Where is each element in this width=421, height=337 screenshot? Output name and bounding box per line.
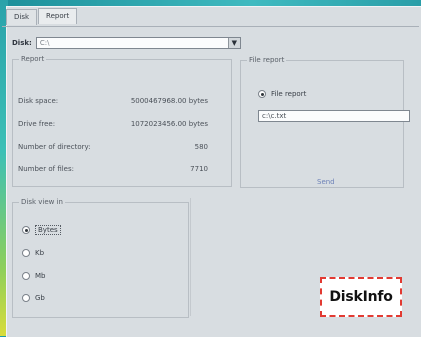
drive-label: Disk: <box>12 39 32 47</box>
report-legend: Report <box>21 55 45 63</box>
radio-mb-indicator[interactable] <box>22 272 30 280</box>
report-row: Number of files: 7710 <box>18 165 208 173</box>
report-row: Number of directory: 580 <box>18 143 208 151</box>
report-row-value: 580 <box>194 143 208 151</box>
radio-kb[interactable]: Kb <box>22 249 44 257</box>
report-row: Disk space: 5000467968.00 bytes <box>18 97 208 105</box>
report-row-value: 7710 <box>190 165 208 173</box>
chevron-down-icon[interactable]: ▼ <box>227 38 240 48</box>
send-button[interactable]: Send <box>317 178 335 186</box>
report-row-label: Disk space: <box>18 97 59 105</box>
file-report-checkbox-label: File report <box>271 90 307 98</box>
radio-gb-label: Gb <box>35 294 45 302</box>
file-report-group: File report <box>240 56 404 188</box>
tab-disk[interactable]: Disk <box>6 9 38 25</box>
report-row-label: Number of files: <box>18 165 74 173</box>
report-row: Drive free: 1072023456.00 bytes <box>18 120 208 128</box>
report-row-value: 5000467968.00 bytes <box>130 97 208 105</box>
file-report-legend: File report <box>249 56 285 64</box>
radio-gb-indicator[interactable] <box>22 294 30 302</box>
radio-bytes[interactable]: Bytes <box>22 225 61 235</box>
radio-mb[interactable]: Mb <box>22 272 45 280</box>
report-row-value: 1072023456.00 bytes <box>130 120 208 128</box>
file-report-checkbox[interactable]: File report <box>258 90 306 98</box>
tab-bar: Disk Report <box>6 8 78 25</box>
radio-bytes-indicator[interactable] <box>22 226 30 234</box>
file-report-check-indicator[interactable] <box>258 90 266 98</box>
report-row-label: Number of directory: <box>18 143 91 151</box>
report-row-label: Drive free: <box>18 120 56 128</box>
tab-divider <box>2 26 419 27</box>
file-report-path-input[interactable]: c:\c.txt <box>258 110 410 122</box>
radio-kb-label: Kb <box>35 249 45 257</box>
drive-select-value: C:\ <box>39 39 50 47</box>
radio-kb-indicator[interactable] <box>22 249 30 257</box>
drive-select[interactable]: C:\ ▼ <box>35 37 241 49</box>
radio-bytes-label: Bytes <box>35 225 61 235</box>
diskinfo-badge: DiskInfo <box>320 277 402 317</box>
drive-row: Disk: C:\ ▼ <box>12 37 241 49</box>
radio-mb-label: Mb <box>35 272 46 280</box>
tab-report[interactable]: Report <box>38 8 78 24</box>
disk-view-legend: Disk view in <box>21 198 63 206</box>
radio-gb[interactable]: Gb <box>22 294 45 302</box>
